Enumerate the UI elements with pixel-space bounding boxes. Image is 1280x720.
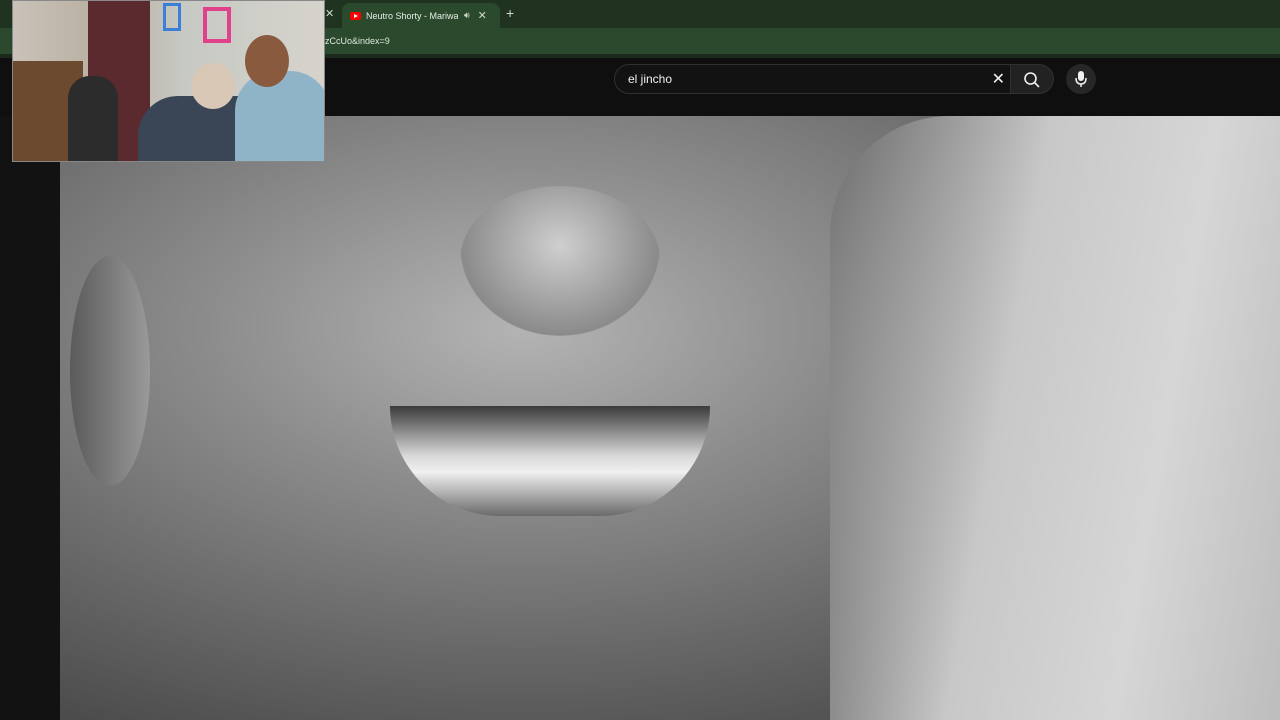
search-box[interactable]: el jincho ✕: [614, 64, 1014, 94]
video-subject-ear: [70, 256, 150, 486]
webcam-person-middle-head: [191, 63, 235, 109]
webcam-wall-frame-pink: [203, 7, 231, 43]
video-subject-smile: [390, 406, 710, 516]
tab-title: Neutro Shorty - Mariwana: [366, 10, 458, 21]
video-subject-nose: [460, 186, 660, 336]
voice-search-button[interactable]: [1066, 64, 1096, 94]
video-player[interactable]: [0, 116, 1280, 720]
tab-active[interactable]: Neutro Shorty - Mariwana 🔊︎ ✕: [342, 3, 500, 28]
url-text[interactable]: zCcUo&index=9: [325, 36, 390, 46]
webcam-wall-frame-blue: [163, 3, 181, 31]
webcam-person-right: [235, 71, 324, 161]
webcam-person-left: [68, 76, 118, 161]
previous-tab-close-icon[interactable]: ✕: [325, 7, 334, 20]
search-button[interactable]: [1010, 64, 1054, 94]
video-frame: [60, 116, 1280, 720]
search-icon: [1024, 72, 1040, 88]
webcam-person-right-head: [245, 35, 289, 87]
youtube-icon: [350, 11, 361, 20]
webcam-overlay: [12, 0, 325, 162]
video-subject-hand: [830, 116, 1280, 720]
speaker-icon[interactable]: 🔊︎: [464, 10, 470, 21]
search-input[interactable]: el jincho: [628, 72, 672, 86]
new-tab-button[interactable]: +: [506, 5, 514, 21]
mic-icon: [1075, 71, 1087, 87]
tab-close-icon[interactable]: ✕: [478, 9, 487, 22]
close-icon[interactable]: ✕: [992, 69, 1005, 89]
